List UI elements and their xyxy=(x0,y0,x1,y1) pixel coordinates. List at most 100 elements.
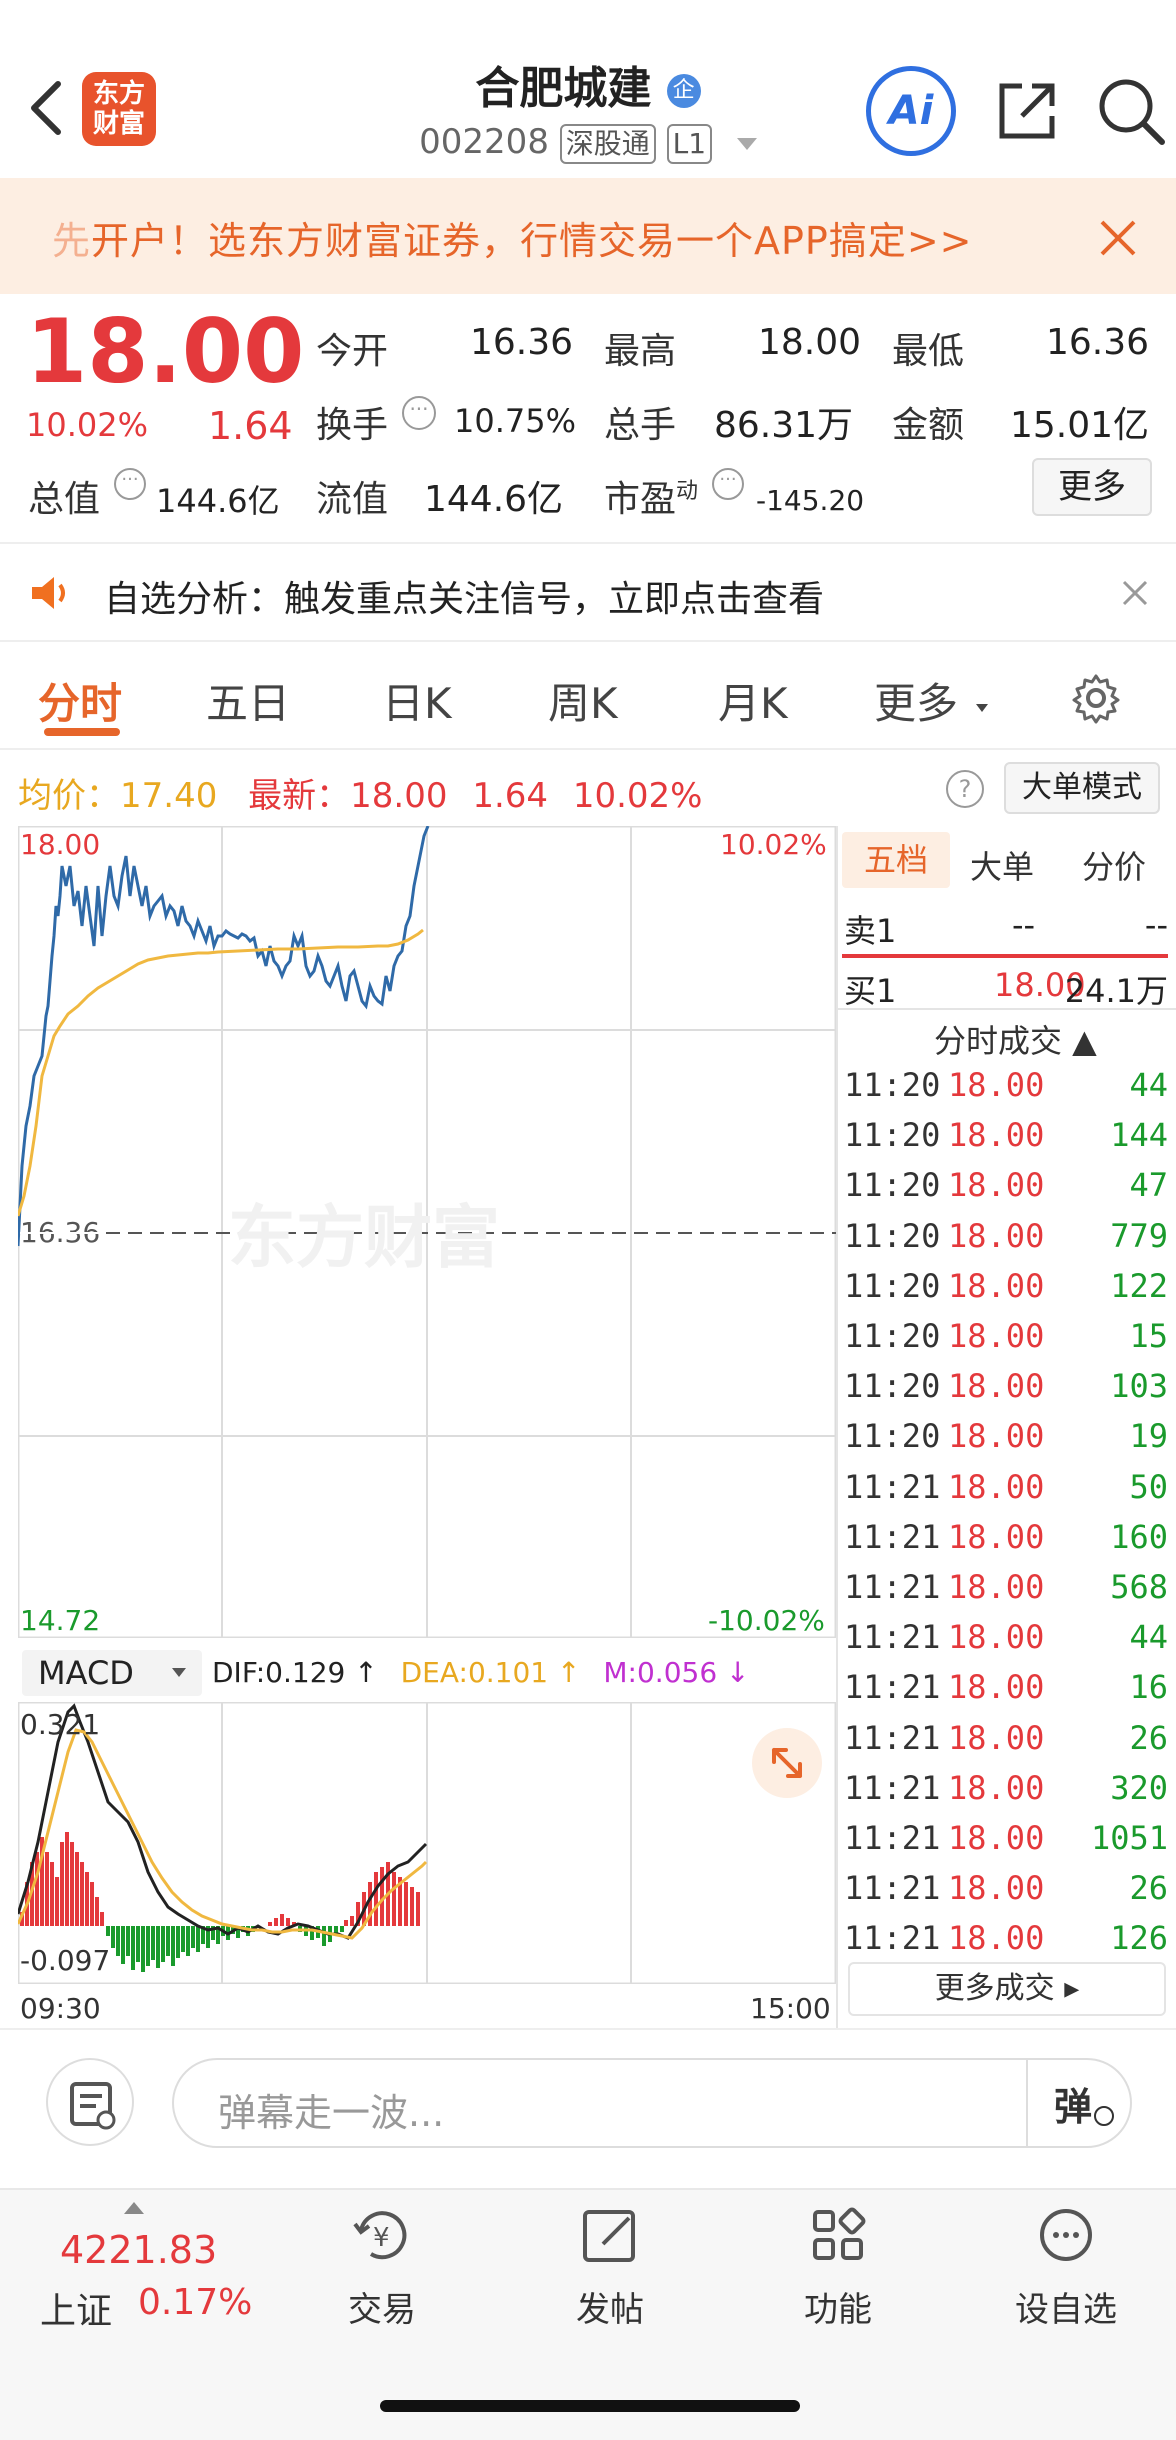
amount-value: 15.01亿 xyxy=(1010,405,1150,446)
ticks-header[interactable]: 分时成交 ▲ xyxy=(934,1016,1097,1062)
index-pct[interactable]: 0.17% xyxy=(138,2282,252,2323)
more-button[interactable]: 更多 xyxy=(1032,458,1152,516)
change-percent: 10.02% xyxy=(26,406,149,444)
macd-caret-icon xyxy=(172,1668,186,1677)
prev-close-label: 16.36 xyxy=(20,1216,101,1249)
tab-monthly-k[interactable]: 月K xyxy=(718,670,788,731)
help-icon[interactable]: ? xyxy=(946,770,984,808)
more-ticks-button[interactable]: 更多成交 ▸ xyxy=(848,1962,1166,2016)
macd-values: DIF:0.129 ↑ DEA:0.101 ↑ M:0.056 ↓ xyxy=(212,1656,750,1689)
stock-name: 合肥城建 xyxy=(475,63,652,114)
tick-price: 18.00 xyxy=(948,1718,1045,1757)
tick-time: 11:20 xyxy=(844,1066,941,1104)
tick-row: 11:21 18.00 44 xyxy=(844,1618,1170,1668)
ai-label: Ai xyxy=(888,88,934,134)
notice-text[interactable]: 自选分析：触发重点关注信号，立即点击查看 xyxy=(104,570,824,622)
ai-button[interactable]: Ai xyxy=(866,66,956,156)
notes-button[interactable] xyxy=(46,2058,134,2146)
promo-text[interactable]: 先开户！选东方财富证券，行情交易一个APP搞定>> xyxy=(52,210,973,265)
nav-trade-label: 交易 xyxy=(348,2290,416,2330)
tab-intraday[interactable]: 分时 xyxy=(38,670,122,731)
macd-dea: DEA:0.101 ↑ xyxy=(400,1656,581,1689)
tick-row: 11:20 18.00 122 xyxy=(844,1267,1170,1317)
intraday-chart-svg: 东方财富 xyxy=(18,826,836,1638)
gear-icon[interactable] xyxy=(1070,672,1122,724)
index-name[interactable]: 上证 xyxy=(40,2282,112,2334)
shenzhen-connect-tag: 深股通 xyxy=(559,123,656,164)
comment-input[interactable]: 弹幕走一波... 弹 xyxy=(172,2058,1132,2148)
close-icon[interactable] xyxy=(1094,214,1142,262)
macd-bottom-label: -0.097 xyxy=(20,1944,111,1977)
tick-volume: 19 xyxy=(1129,1417,1168,1456)
nav-post[interactable]: 发帖 xyxy=(530,2200,690,2331)
avg-label: 均价： xyxy=(18,776,120,816)
sell1-volume: -- xyxy=(1144,906,1168,944)
intraday-chart[interactable]: 东方财富 xyxy=(18,826,836,1638)
tick-volume: 15 xyxy=(1129,1317,1168,1355)
tick-volume: 320 xyxy=(1110,1768,1168,1807)
tick-time: 11:20 xyxy=(844,1317,941,1355)
comment-divider xyxy=(1026,2060,1028,2146)
tick-row: 11:20 18.00 15 xyxy=(844,1317,1170,1367)
mktcap-label: 总值 xyxy=(28,479,101,520)
mktcap-info-icon[interactable]: ··· xyxy=(114,468,146,500)
macd-selector[interactable]: MACD xyxy=(22,1650,202,1696)
tick-volume: 1051 xyxy=(1090,1819,1168,1857)
avg-value: 17.40 xyxy=(120,776,218,816)
tick-time: 11:20 xyxy=(844,1116,941,1155)
tab-more[interactable]: 更多 xyxy=(874,670,958,731)
tick-time: 11:21 xyxy=(844,1768,941,1807)
share-icon[interactable] xyxy=(992,76,1062,146)
stock-code: 002208 xyxy=(419,122,549,162)
caret-down-icon[interactable] xyxy=(736,137,757,150)
time-end-label: 15:00 xyxy=(750,1992,831,2025)
nav-trade[interactable]: ¥ 交易 xyxy=(302,2200,462,2331)
tick-price: 18.00 xyxy=(948,1417,1045,1456)
turnover-label: 换手 xyxy=(316,405,389,446)
tick-price: 18.00 xyxy=(948,1668,1045,1707)
tick-volume: 144 xyxy=(1110,1116,1168,1155)
tick-volume: 44 xyxy=(1129,1066,1168,1104)
buy1-volume: 24.1万 xyxy=(1064,972,1168,1010)
comment-placeholder: 弹幕走一波... xyxy=(218,2091,445,2135)
more-circle-icon xyxy=(1040,2209,1092,2261)
tick-price: 18.00 xyxy=(948,1116,1045,1155)
enterprise-badge: 企 xyxy=(666,74,701,108)
order-tab-five-level[interactable]: 五档 xyxy=(842,832,950,888)
nav-functions[interactable]: 功能 xyxy=(758,2200,918,2331)
tick-price: 18.00 xyxy=(948,1367,1045,1406)
tab-five-day[interactable]: 五日 xyxy=(206,670,290,731)
search-icon[interactable] xyxy=(1094,74,1168,148)
order-tab-big-order[interactable]: 大单 xyxy=(970,842,1034,888)
tick-volume: 26 xyxy=(1129,1718,1168,1757)
nav-add-watchlist[interactable]: 设自选 xyxy=(986,2200,1146,2331)
pe-info-icon[interactable]: ··· xyxy=(712,468,744,500)
promo-first-char: 先 xyxy=(52,219,92,263)
tab-weekly-k[interactable]: 周K xyxy=(548,670,618,731)
expand-icon[interactable] xyxy=(752,1728,822,1798)
macd-top-label: 0.321 xyxy=(20,1708,101,1741)
macd-chart[interactable] xyxy=(18,1702,836,1984)
tab-daily-k[interactable]: 日K xyxy=(382,670,452,731)
tab-more-caret-icon xyxy=(976,704,988,712)
info-dots-icon[interactable]: ··· xyxy=(402,396,436,430)
tick-volume: 44 xyxy=(1129,1618,1168,1657)
tick-volume: 26 xyxy=(1129,1869,1168,1908)
nav-post-label: 发帖 xyxy=(576,2290,644,2330)
notice-close-icon[interactable] xyxy=(1118,576,1152,610)
danmu-toggle[interactable]: 弹 xyxy=(1054,2076,1114,2132)
sell1-row: 卖1 -- -- xyxy=(844,906,1170,952)
big-order-mode-button[interactable]: 大单模式 xyxy=(1004,762,1160,814)
tick-row: 11:20 18.00 47 xyxy=(844,1166,1170,1216)
order-tab-price-dist[interactable]: 分价 xyxy=(1082,842,1146,888)
index-value[interactable]: 4221.83 xyxy=(60,2228,217,2272)
edit-icon xyxy=(583,2210,635,2262)
buy1-row: 买1 18.00 24.1万 xyxy=(844,966,1170,1012)
tick-price: 18.00 xyxy=(948,1568,1045,1606)
tick-row: 11:21 18.00 50 xyxy=(844,1468,1170,1518)
order-book-panel xyxy=(836,826,838,2028)
price-bottom-label: 14.72 xyxy=(20,1604,101,1637)
tick-volume: 160 xyxy=(1110,1517,1168,1556)
pe-label: 市盈动 xyxy=(604,470,698,522)
tick-volume: 568 xyxy=(1110,1568,1168,1606)
